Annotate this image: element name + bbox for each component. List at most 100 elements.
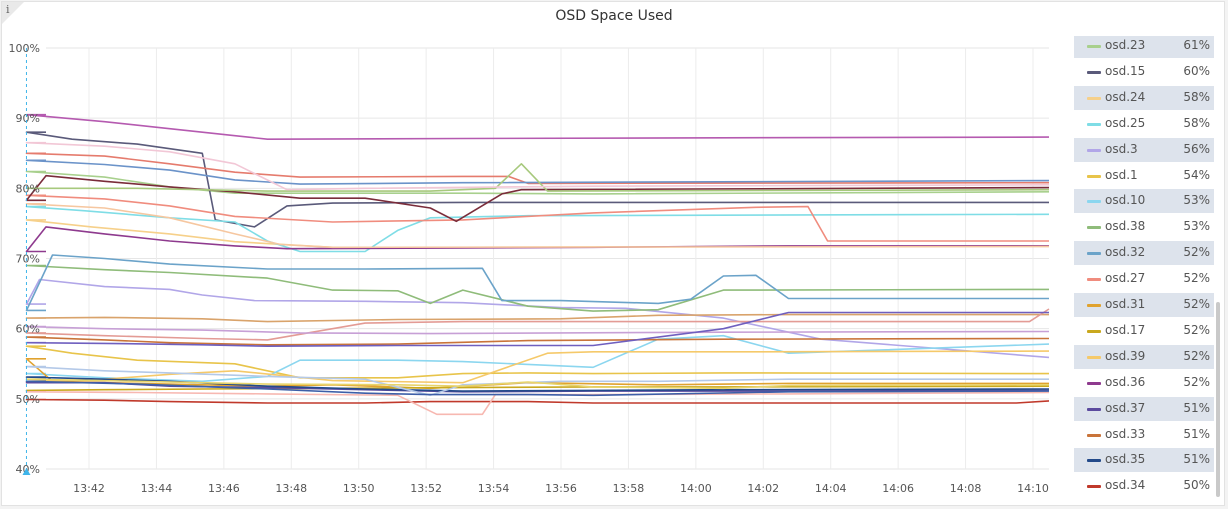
chart-grid: [46, 47, 1049, 470]
legend-label: osd.34: [1105, 478, 1146, 493]
legend-item[interactable]: osd.3 56%: [1074, 137, 1214, 162]
y-tick-label: 60%: [16, 323, 40, 336]
legend-item[interactable]: osd.1 54%: [1074, 164, 1214, 188]
legend-value: 51%: [1183, 452, 1210, 467]
x-tick-label: 14:00: [680, 482, 712, 495]
x-tick-label: 13:58: [613, 482, 645, 495]
legend-label: osd.17: [1105, 322, 1146, 337]
legend-value: 52%: [1183, 297, 1210, 311]
legend-swatch: [1087, 381, 1101, 385]
legend-value: 56%: [1183, 141, 1210, 156]
legend-label: osd.33: [1105, 426, 1146, 441]
x-tick-label: 14:06: [882, 482, 914, 495]
line-chart[interactable]: 40%50%60%70%80%90%100% 13:42 13:44 13:46 13…: [2, 2, 1072, 507]
legend-value: 51%: [1183, 426, 1210, 441]
legend-swatch: [1087, 122, 1101, 126]
y-tick-label: 100%: [9, 42, 40, 55]
legend-value: 51%: [1183, 400, 1210, 415]
legend-label: osd.27: [1105, 271, 1146, 286]
legend-value: 53%: [1183, 219, 1210, 234]
series-line-osd-24[interactable]: [25, 219, 1050, 249]
x-tick-label: 13:44: [141, 482, 173, 495]
legend-value: 58%: [1183, 115, 1210, 130]
legend-value: 60%: [1183, 63, 1210, 78]
legend-item[interactable]: osd.27 52%: [1074, 267, 1214, 291]
series-line[interactable]: [25, 313, 1050, 323]
legend-scrollbar[interactable]: [1216, 302, 1220, 497]
legend-value: 58%: [1183, 89, 1210, 104]
legend-label: osd.32: [1105, 245, 1146, 260]
legend-item[interactable]: osd.31 52%: [1074, 293, 1214, 317]
series-line-osd-39[interactable]: [25, 350, 1050, 384]
legend-value: 53%: [1183, 193, 1210, 208]
x-tick-label: 13:56: [545, 482, 577, 495]
series-line-osd-38[interactable]: [25, 264, 1050, 312]
x-tick-label: 13:54: [478, 482, 510, 495]
x-tick-label: 14:08: [950, 482, 982, 495]
legend-swatch: [1087, 459, 1101, 463]
legend-swatch: [1087, 252, 1101, 256]
x-tick-label: 14:10: [1017, 482, 1049, 495]
series-line-osd-15[interactable]: [25, 131, 1050, 228]
legend-item[interactable]: osd.32 52%: [1074, 241, 1214, 266]
y-tick-label: 80%: [16, 182, 40, 195]
series-line[interactable]: [25, 325, 1050, 335]
x-axis: 13:42 13:44 13:46 13:48 13:50 13:52 13:54 13:56…: [73, 482, 1049, 495]
x-tick-label: 14:02: [747, 482, 779, 495]
x-tick-label: 13:48: [275, 482, 307, 495]
legend-swatch: [1087, 96, 1101, 100]
legend-item[interactable]: osd.24 58%: [1074, 85, 1214, 110]
series-line[interactable]: [25, 152, 1050, 185]
legend-label: osd.36: [1105, 374, 1146, 389]
legend-swatch: [1087, 433, 1101, 437]
legend-value: 52%: [1183, 271, 1210, 286]
legend-item[interactable]: osd.35 51%: [1074, 448, 1214, 473]
legend-label: osd.25: [1105, 115, 1146, 130]
legend-value: 50%: [1183, 478, 1210, 493]
legend-item[interactable]: osd.23 61%: [1074, 36, 1214, 58]
y-tick-label: 70%: [16, 253, 40, 266]
legend-item[interactable]: osd.17 52%: [1074, 319, 1214, 343]
legend-item[interactable]: osd.36 52%: [1074, 371, 1214, 395]
legend-value: 52%: [1183, 322, 1210, 337]
legend-swatch: [1087, 278, 1101, 282]
series-line-osd-25[interactable]: [25, 205, 1050, 253]
legend-item[interactable]: osd.25 58%: [1074, 112, 1214, 136]
legend-item[interactable]: osd.39 52%: [1074, 344, 1214, 369]
legend-item[interactable]: osd.15 60%: [1074, 60, 1214, 84]
legend-item[interactable]: osd.37 51%: [1074, 396, 1214, 421]
y-tick-label: 90%: [16, 112, 40, 125]
legend-label: osd.39: [1105, 348, 1146, 363]
series-layer: [25, 113, 1050, 416]
legend-value: 52%: [1183, 374, 1210, 389]
legend-value: 61%: [1183, 38, 1210, 52]
legend-label: osd.15: [1105, 63, 1146, 78]
legend-swatch: [1087, 148, 1101, 152]
legend-label: osd.1: [1105, 167, 1138, 182]
legend-item[interactable]: osd.34 50%: [1074, 474, 1214, 498]
legend-label: osd.31: [1105, 297, 1146, 311]
x-tick-label: 14:04: [815, 482, 847, 495]
legend-value: 54%: [1183, 167, 1210, 182]
series-line[interactable]: [25, 308, 1050, 341]
legend-label: osd.3: [1105, 141, 1138, 156]
legend-item[interactable]: osd.10 53%: [1074, 189, 1214, 214]
legend-item[interactable]: osd.38 53%: [1074, 215, 1214, 239]
series-line-osd-32[interactable]: [25, 254, 1050, 312]
legend-item[interactable]: osd.33 51%: [1074, 423, 1214, 447]
x-tick-label: 13:46: [208, 482, 240, 495]
legend-swatch: [1087, 174, 1101, 178]
y-tick-label: 50%: [16, 393, 40, 406]
legend-swatch: [1087, 70, 1101, 74]
legend-swatch: [1087, 407, 1101, 411]
legend-label: osd.24: [1105, 89, 1146, 104]
legend-swatch: [1087, 304, 1101, 307]
legend[interactable]: osd.23 61% osd.15 60% osd.24 58% osd.25 58% osd.…: [1074, 36, 1214, 498]
legend-label: osd.23: [1105, 38, 1146, 52]
legend-swatch: [1087, 226, 1101, 230]
legend-label: osd.10: [1105, 193, 1146, 208]
legend-swatch: [1087, 355, 1101, 359]
series-line-osd-34[interactable]: [25, 398, 1050, 404]
legend-value: 52%: [1183, 245, 1210, 260]
legend-swatch: [1087, 329, 1101, 333]
